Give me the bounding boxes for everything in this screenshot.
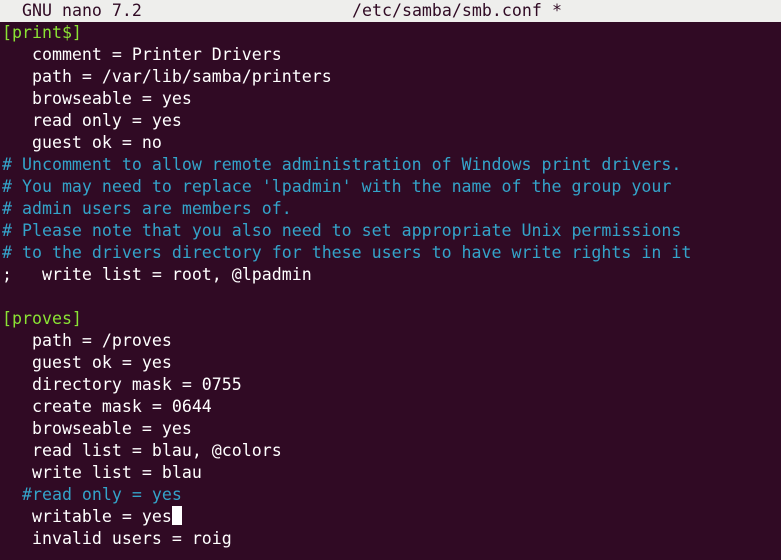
file-path: /etc/samba/smb.conf (352, 1, 542, 20)
config-line[interactable]: write list = blau (2, 462, 781, 484)
blank-line[interactable] (2, 286, 781, 308)
text-cursor (171, 506, 182, 525)
terminal-window: GNU nano 7.2 /etc/samba/smb.conf * [prin… (0, 0, 781, 560)
config-line[interactable]: path = /var/lib/samba/printers (2, 66, 781, 88)
current-line-text[interactable]: writable = yes (2, 507, 172, 526)
config-line[interactable]: path = /proves (2, 330, 781, 352)
config-line[interactable]: guest ok = no (2, 132, 781, 154)
editor-version: GNU nano 7.2 (22, 1, 142, 20)
config-line[interactable]: ; write list = root, @lpadmin (2, 264, 781, 286)
comment-line[interactable]: # to the drivers directory for these use… (2, 242, 781, 264)
config-line[interactable]: create mask = 0644 (2, 396, 781, 418)
comment-line[interactable]: # admin users are members of. (2, 198, 781, 220)
editor-area[interactable]: [print$] comment = Printer Drivers path … (2, 22, 781, 550)
config-line[interactable]: comment = Printer Drivers (2, 44, 781, 66)
nano-title-bar: GNU nano 7.2 /etc/samba/smb.conf * (0, 0, 781, 22)
config-line[interactable]: directory mask = 0755 (2, 374, 781, 396)
config-line[interactable]: guest ok = yes (2, 352, 781, 374)
comment-line[interactable]: #read only = yes (2, 484, 781, 506)
config-line[interactable]: browseable = yes (2, 418, 781, 440)
section-header[interactable]: [proves] (2, 308, 781, 330)
section-header[interactable]: [print$] (2, 22, 781, 44)
current-line[interactable]: writable = yes (2, 506, 781, 528)
comment-line[interactable]: # You may need to replace 'lpadmin' with… (2, 176, 781, 198)
config-line[interactable]: invalid users = roig (2, 528, 781, 550)
config-line[interactable]: read list = blau, @colors (2, 440, 781, 462)
config-line[interactable]: browseable = yes (2, 88, 781, 110)
comment-line[interactable]: # Uncomment to allow remote administrati… (2, 154, 781, 176)
modified-indicator: * (552, 1, 562, 20)
config-line[interactable]: read only = yes (2, 110, 781, 132)
comment-line[interactable]: # Please note that you also need to set … (2, 220, 781, 242)
